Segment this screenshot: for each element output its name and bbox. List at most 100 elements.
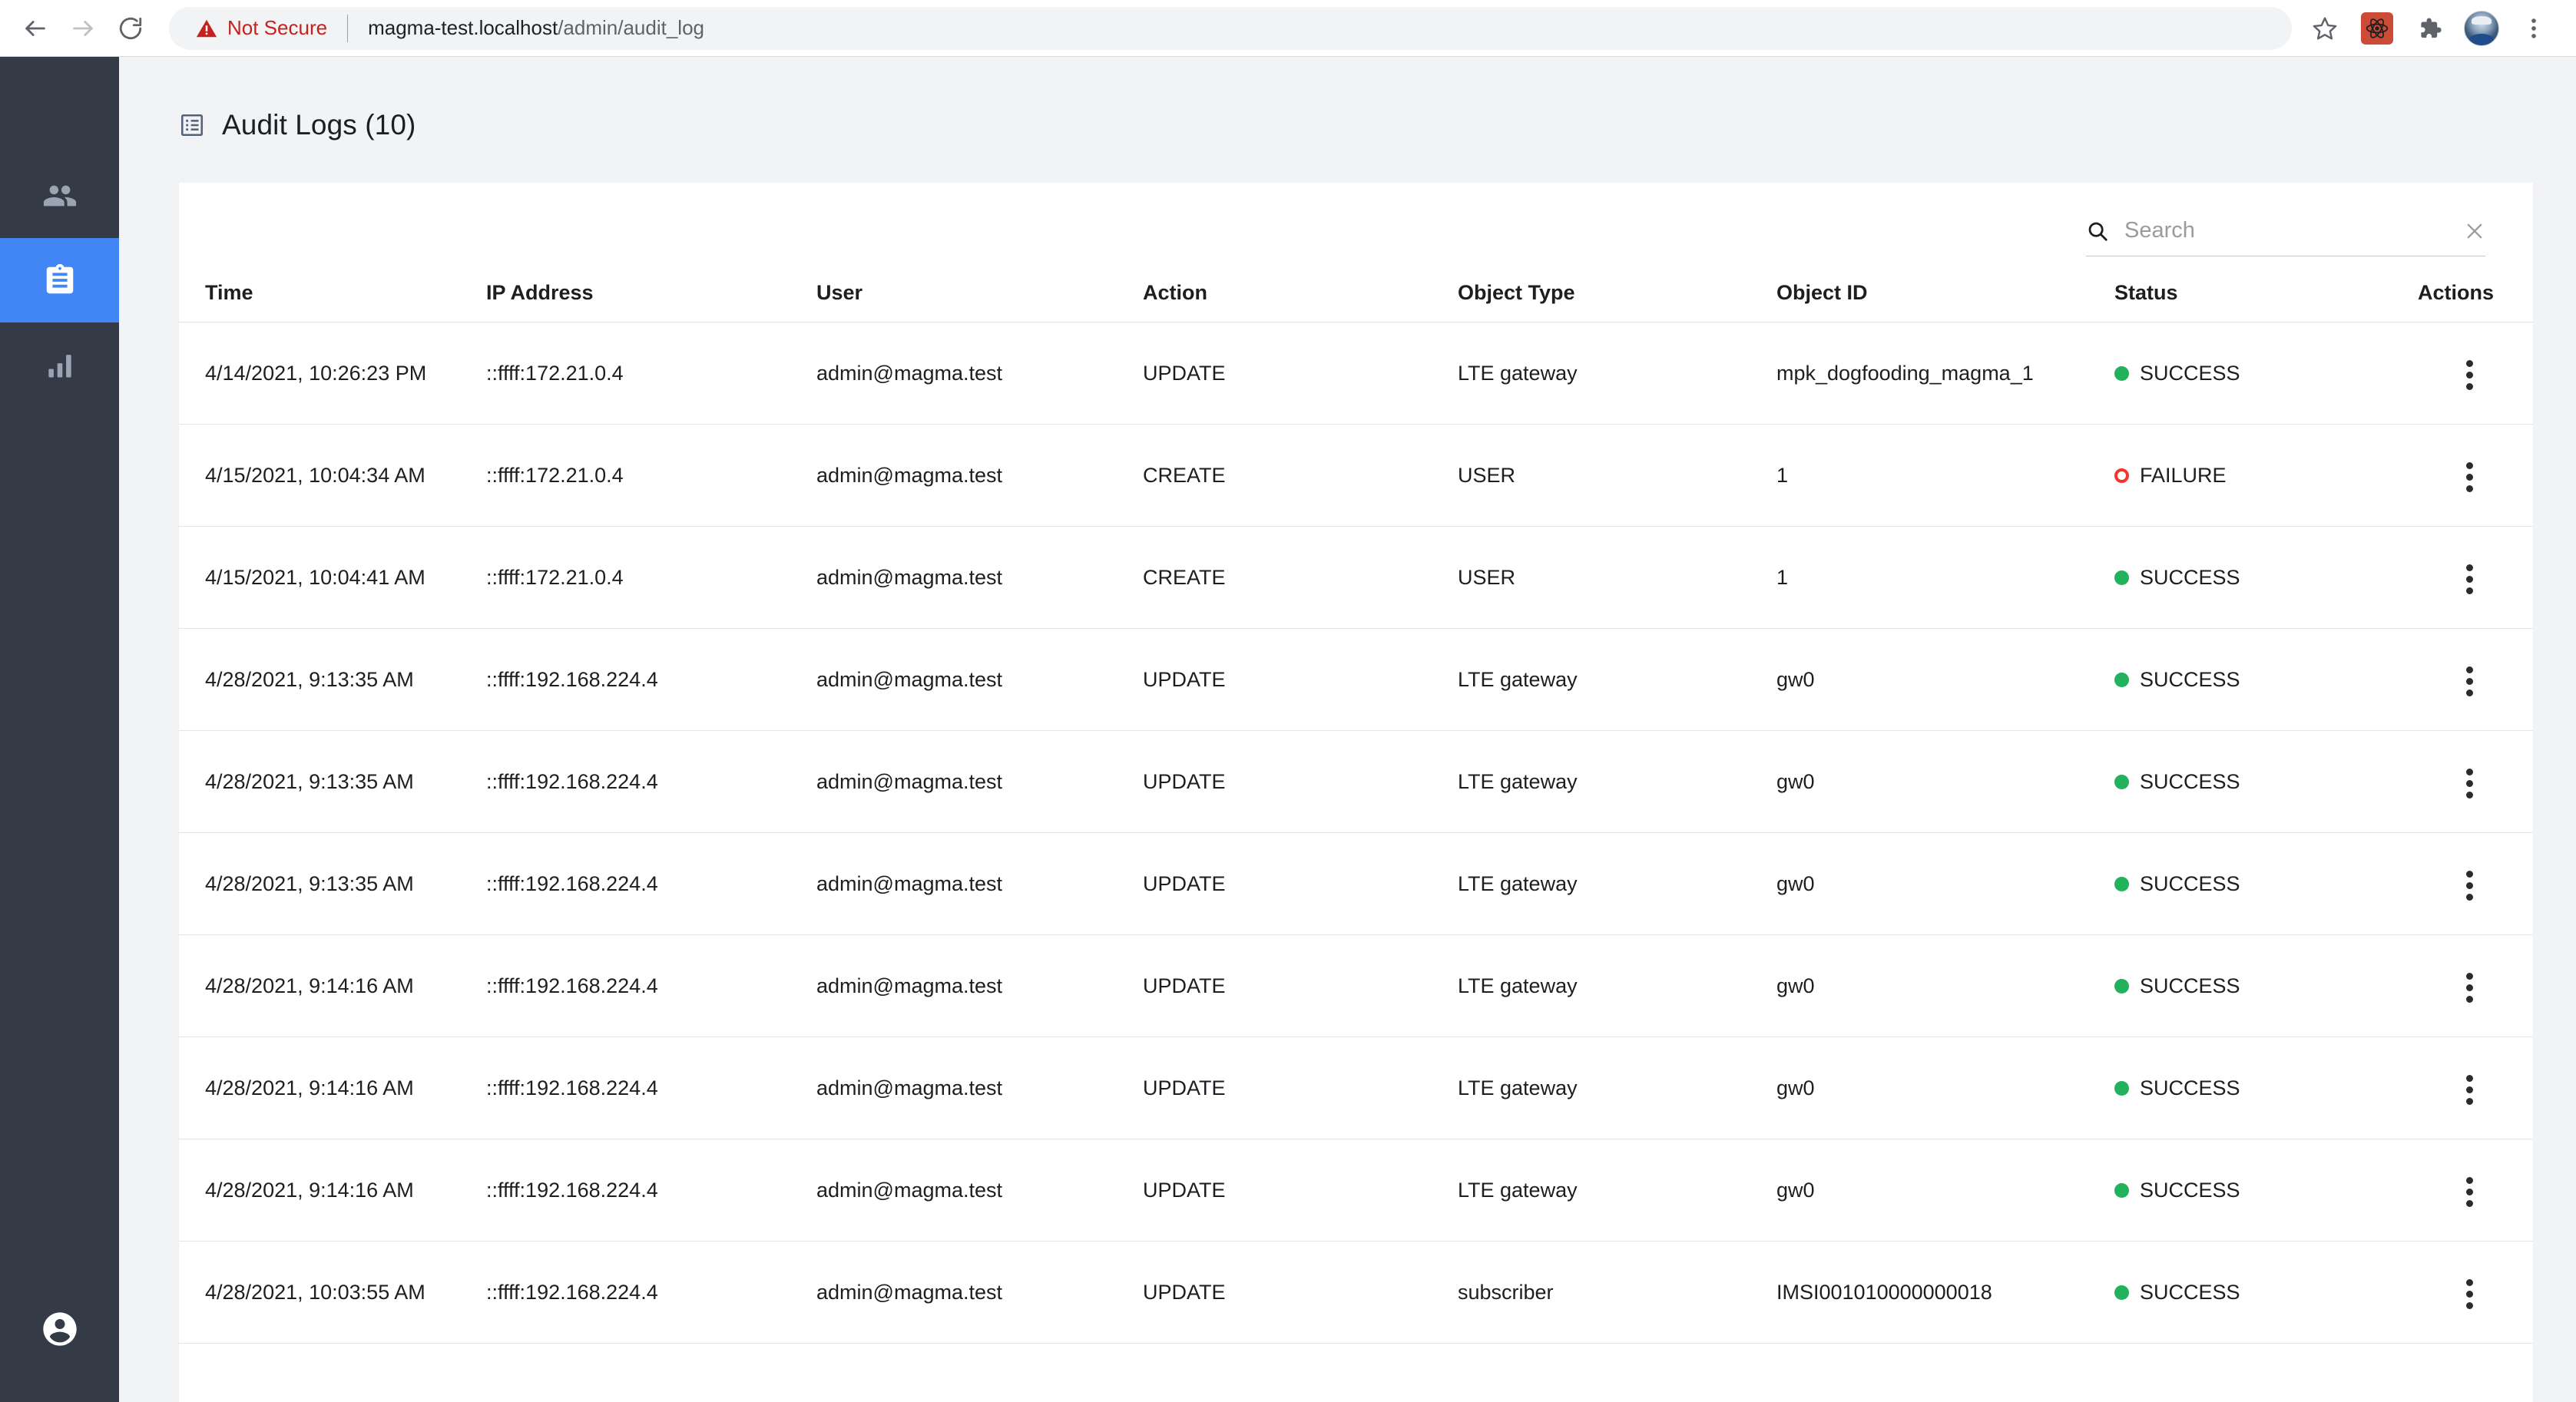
cell-object-id: gw0 (1776, 935, 2114, 1037)
status-badge: SUCCESS (2114, 362, 2418, 385)
status-label: SUCCESS (2140, 566, 2240, 590)
search-field[interactable] (2086, 207, 2485, 256)
cell-user: admin@magma.test (816, 527, 1143, 629)
cell-object-type: LTE gateway (1458, 322, 1776, 425)
table-row[interactable]: 4/28/2021, 9:13:35 AM::ffff:192.168.224.… (179, 731, 2533, 833)
table-row[interactable]: 4/28/2021, 9:13:35 AM::ffff:192.168.224.… (179, 629, 2533, 731)
more-vert-icon[interactable] (2454, 455, 2485, 500)
table-row[interactable]: 4/28/2021, 9:14:16 AM::ffff:192.168.224.… (179, 1139, 2533, 1242)
sidebar-item-metrics[interactable] (0, 322, 119, 407)
extensions-puzzle-icon[interactable] (2407, 6, 2452, 51)
status-success-dot-icon (2114, 775, 2129, 789)
people-icon (42, 178, 78, 213)
sidebar-item-audit-log[interactable] (0, 238, 119, 322)
url-host: magma-test.localhost (368, 16, 558, 39)
cell-status: SUCCESS (2114, 527, 2418, 629)
chrome-menu-icon[interactable] (2511, 6, 2556, 51)
cell-ip-address: ::ffff:192.168.224.4 (486, 731, 816, 833)
more-vert-icon[interactable] (2454, 659, 2485, 704)
cell-time: 4/28/2021, 9:14:16 AM (179, 1037, 486, 1139)
cell-action: UPDATE (1143, 629, 1458, 731)
column-header-actions: Actions (2418, 281, 2533, 322)
cell-ip-address: ::ffff:172.21.0.4 (486, 425, 816, 527)
cell-object-type: LTE gateway (1458, 629, 1776, 731)
cell-status: SUCCESS (2114, 833, 2418, 935)
status-label: SUCCESS (2140, 1076, 2240, 1100)
list-table-icon (179, 112, 205, 138)
cell-user: admin@magma.test (816, 731, 1143, 833)
omnibox-divider (347, 15, 348, 42)
status-success-dot-icon (2114, 1285, 2129, 1300)
column-header-object-id[interactable]: Object ID (1776, 281, 2114, 322)
table-row[interactable]: 4/15/2021, 10:04:41 AM::ffff:172.21.0.4a… (179, 527, 2533, 629)
close-icon[interactable] (2464, 220, 2485, 242)
cell-ip-address: ::ffff:192.168.224.4 (486, 833, 816, 935)
cell-status: SUCCESS (2114, 1242, 2418, 1344)
profile-avatar[interactable] (2459, 6, 2504, 51)
more-vert-icon[interactable] (2454, 1067, 2485, 1113)
column-header-status[interactable]: Status (2114, 281, 2418, 322)
more-vert-icon[interactable] (2454, 557, 2485, 602)
forward-button[interactable] (61, 7, 104, 50)
cell-status: SUCCESS (2114, 629, 2418, 731)
account-circle-icon (40, 1309, 80, 1349)
more-vert-icon[interactable] (2454, 352, 2485, 398)
navigation-buttons (14, 7, 152, 50)
cell-object-type: USER (1458, 425, 1776, 527)
sidebar-item-users[interactable] (0, 154, 119, 238)
cell-object-id: gw0 (1776, 629, 2114, 731)
search-input[interactable] (2124, 218, 2464, 243)
cell-actions (2418, 322, 2533, 425)
column-header-action[interactable]: Action (1143, 281, 1458, 322)
cell-object-id: gw0 (1776, 1037, 2114, 1139)
cell-object-type: LTE gateway (1458, 1139, 1776, 1242)
cell-status: SUCCESS (2114, 1037, 2418, 1139)
reload-button[interactable] (109, 7, 152, 50)
address-bar[interactable]: Not Secure magma-test.localhost/admin/au… (169, 7, 2292, 50)
status-success-dot-icon (2114, 673, 2129, 687)
cell-ip-address: ::ffff:192.168.224.4 (486, 1139, 816, 1242)
table-toolbar (179, 183, 2533, 281)
table-row[interactable]: 4/28/2021, 9:13:35 AM::ffff:192.168.224.… (179, 833, 2533, 935)
column-header-ip-address[interactable]: IP Address (486, 281, 816, 322)
cell-action: UPDATE (1143, 1037, 1458, 1139)
table-row[interactable]: 4/28/2021, 9:14:16 AM::ffff:192.168.224.… (179, 935, 2533, 1037)
column-header-object-type[interactable]: Object Type (1458, 281, 1776, 322)
cell-status: SUCCESS (2114, 935, 2418, 1037)
cell-actions (2418, 833, 2533, 935)
more-vert-icon[interactable] (2454, 761, 2485, 806)
status-badge: SUCCESS (2114, 974, 2418, 998)
url-text: magma-test.localhost/admin/audit_log (368, 16, 704, 40)
status-label: SUCCESS (2140, 974, 2240, 998)
cell-time: 4/28/2021, 9:14:16 AM (179, 935, 486, 1037)
bar-chart-icon (43, 348, 77, 382)
cell-user: admin@magma.test (816, 425, 1143, 527)
cell-object-id: mpk_dogfooding_magma_1 (1776, 322, 2114, 425)
more-vert-icon[interactable] (2454, 965, 2485, 1010)
table-row[interactable]: 4/14/2021, 10:26:23 PM::ffff:172.21.0.4a… (179, 322, 2533, 425)
more-vert-icon[interactable] (2454, 863, 2485, 908)
column-header-user[interactable]: User (816, 281, 1143, 322)
table-row[interactable]: 4/28/2021, 9:14:16 AM::ffff:192.168.224.… (179, 1037, 2533, 1139)
table-row[interactable]: 4/28/2021, 10:03:55 AM::ffff:192.168.224… (179, 1242, 2533, 1344)
cell-object-id: 1 (1776, 527, 2114, 629)
cell-object-type: LTE gateway (1458, 1037, 1776, 1139)
cell-actions (2418, 1139, 2533, 1242)
cell-action: UPDATE (1143, 1139, 1458, 1242)
more-vert-icon[interactable] (2454, 1271, 2485, 1317)
status-success-dot-icon (2114, 570, 2129, 585)
bookmark-star-icon[interactable] (2303, 6, 2347, 51)
status-badge: SUCCESS (2114, 566, 2418, 590)
status-failure-ring-icon (2114, 468, 2129, 483)
status-label: SUCCESS (2140, 1179, 2240, 1202)
column-header-time[interactable]: Time (179, 281, 486, 322)
cell-actions (2418, 527, 2533, 629)
sidebar-account[interactable] (0, 1256, 119, 1402)
table-empty-space (179, 1344, 2533, 1402)
back-button[interactable] (14, 7, 57, 50)
react-devtools-extension-icon[interactable] (2355, 6, 2399, 51)
table-row[interactable]: 4/15/2021, 10:04:34 AM::ffff:172.21.0.4a… (179, 425, 2533, 527)
url-path: /admin/audit_log (558, 16, 704, 39)
cell-status: SUCCESS (2114, 731, 2418, 833)
more-vert-icon[interactable] (2454, 1169, 2485, 1215)
